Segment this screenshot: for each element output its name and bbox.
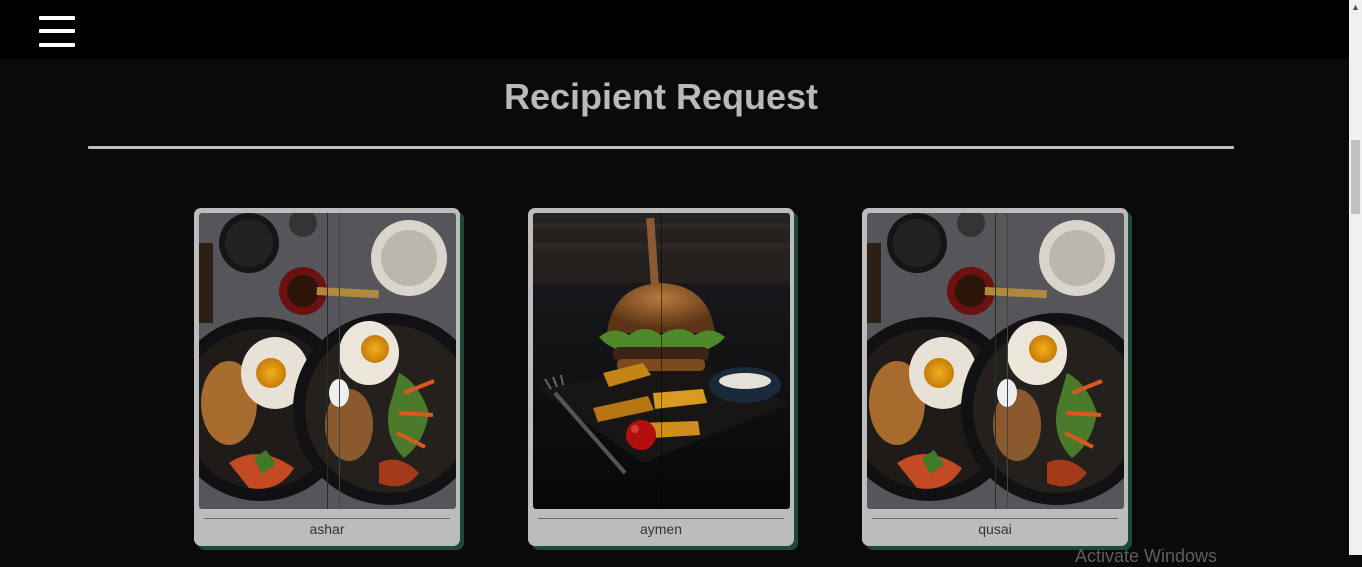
card-divider [872, 518, 1118, 519]
breakfast-plates-photo [867, 213, 1124, 509]
hamburger-line [39, 16, 75, 20]
recipient-name: qusai [978, 521, 1012, 537]
activate-windows-watermark: Activate Windows [1075, 546, 1218, 566]
scrollbar-thumb[interactable] [1351, 140, 1360, 214]
hamburger-menu-icon[interactable] [39, 16, 75, 48]
recipient-card[interactable]: aymen [528, 208, 794, 546]
recipient-card[interactable]: qusai [862, 208, 1128, 546]
scroll-up-arrow-icon[interactable]: ▲ [1349, 0, 1362, 14]
burger-and-fries-photo [533, 213, 790, 509]
page-title: Recipient Request [503, 76, 819, 117]
recipient-name: aymen [639, 521, 683, 537]
hamburger-line [39, 29, 75, 33]
card-divider [204, 518, 450, 519]
recipient-card[interactable]: ashar [194, 208, 460, 546]
hamburger-line [39, 43, 75, 47]
top-navbar [0, 0, 1349, 59]
recipient-name: ashar [309, 521, 345, 537]
title-divider [88, 146, 1234, 149]
breakfast-plates-photo [199, 213, 456, 509]
card-divider [538, 518, 784, 519]
vertical-scrollbar[interactable] [1349, 0, 1362, 555]
